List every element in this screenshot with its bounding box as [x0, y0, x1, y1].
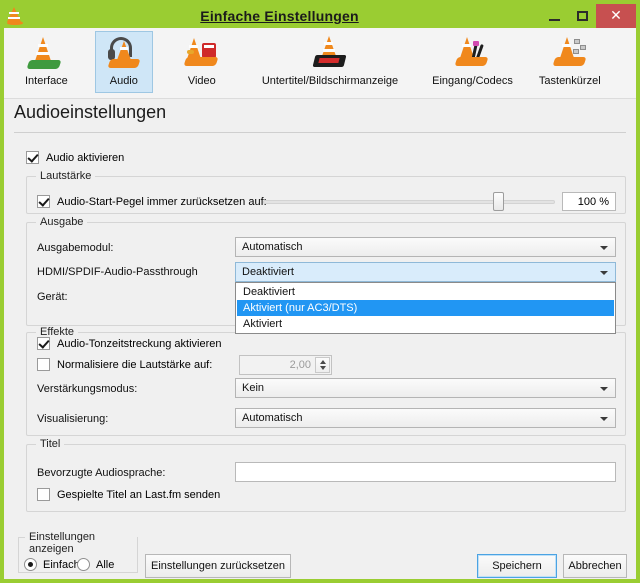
output-module-label: Ausgabemodul: — [37, 242, 114, 254]
enable-audio-label: Audio aktivieren — [46, 151, 125, 164]
normalize-value-stepper[interactable]: 2,00 — [239, 355, 332, 375]
vlc-cone-video-icon — [182, 35, 222, 73]
toolbar-item-label: Video — [187, 75, 216, 87]
toolbar-item-hotkeys[interactable]: Tastenkürzel — [530, 31, 610, 93]
output-module-combo[interactable]: Automatisch — [235, 237, 616, 257]
dropdown-option[interactable]: Deaktiviert — [237, 284, 614, 300]
lastfm-label: Gespielte Titel an Last.fm senden — [57, 488, 221, 501]
checkbox-box — [37, 195, 50, 208]
radio-box — [24, 558, 37, 571]
chevron-down-icon — [600, 271, 608, 275]
preferred-language-label: Bevorzugte Audiosprache: — [37, 467, 166, 479]
vlc-cone-icon — [7, 6, 25, 26]
chevron-down-icon — [600, 387, 608, 391]
lastfm-checkbox[interactable]: Gespielte Titel an Last.fm senden — [37, 488, 220, 501]
toolbar-item-interface[interactable]: Interface — [16, 31, 77, 93]
vlc-cone-subtitles-icon — [310, 35, 350, 73]
dropdown-option[interactable]: Aktiviert — [237, 316, 614, 332]
minimize-button[interactable] — [540, 4, 568, 28]
vlc-cone-keyboard-icon — [550, 35, 590, 73]
vlc-cone-headphones-icon — [104, 35, 144, 73]
toolbar-item-audio[interactable]: Audio — [94, 31, 153, 93]
gain-mode-value: Kein — [242, 382, 265, 394]
chevron-down-icon — [600, 246, 608, 250]
passthrough-combo[interactable]: Deaktiviert — [235, 262, 616, 282]
radio-simple-label: Einfach — [43, 558, 80, 571]
toolbar-item-video[interactable]: Video — [173, 31, 231, 93]
save-button[interactable]: Speichern — [477, 554, 557, 578]
enable-audio-checkbox[interactable]: Audio aktivieren — [26, 151, 124, 164]
radio-simple[interactable]: Einfach — [24, 558, 80, 571]
preferences-window: Einfache Einstellungen ✕ Interface Audio… — [0, 0, 640, 583]
visualization-label: Visualisierung: — [37, 413, 109, 425]
cancel-button[interactable]: Abbrechen — [563, 554, 627, 578]
output-group-title: Ausgabe — [36, 216, 88, 228]
checkbox-box — [37, 358, 50, 371]
volume-value-text: 100 % — [577, 195, 609, 208]
output-module-value: Automatisch — [242, 241, 303, 253]
title-bar: Einfache Einstellungen ✕ — [4, 4, 636, 28]
page-title: Audioeinstellungen — [14, 102, 167, 122]
save-label: Speichern — [492, 560, 542, 572]
maximize-button[interactable] — [568, 4, 596, 28]
tracks-group-title: Titel — [36, 438, 65, 450]
radio-all-label: Alle — [96, 558, 115, 571]
stepper-arrows-icon[interactable] — [315, 357, 330, 373]
window-title: Einfache Einstellungen — [200, 8, 359, 24]
close-icon: ✕ — [610, 8, 622, 24]
vlc-cone-cables-icon — [453, 35, 493, 73]
reset-volume-checkbox[interactable]: Audio-Start-Pegel immer zurücksetzen auf… — [37, 195, 267, 208]
preferred-language-input[interactable] — [235, 462, 616, 482]
dropdown-option-selected[interactable]: Aktiviert (nur AC3/DTS) — [237, 300, 614, 316]
volume-value-display: 100 % — [562, 192, 616, 211]
visualization-combo[interactable]: Automatisch — [235, 408, 616, 428]
toolbar-item-label: Untertitel/Bildschirmanzeige — [261, 75, 399, 87]
preferences-toolbar: Interface Audio Video Untertitel/Bildsch… — [4, 28, 636, 99]
volume-slider-handle[interactable] — [493, 192, 504, 211]
volume-slider-track[interactable] — [263, 200, 555, 204]
toolbar-item-label: Eingang/Codecs — [432, 75, 513, 87]
passthrough-dropdown-list[interactable]: Deaktiviert Aktiviert (nur AC3/DTS) Akti… — [235, 282, 616, 334]
time-stretch-checkbox[interactable]: Audio-Tonzeitstreckung aktivieren — [37, 337, 221, 350]
time-stretch-label: Audio-Tonzeitstreckung aktivieren — [57, 337, 222, 350]
checkbox-box — [26, 151, 39, 164]
reset-settings-button[interactable]: Einstellungen zurücksetzen — [145, 554, 291, 578]
heading-divider — [14, 132, 626, 133]
volume-group-title: Lautstärke — [36, 170, 96, 182]
radio-box — [77, 558, 90, 571]
reset-settings-label: Einstellungen zurücksetzen — [151, 560, 285, 572]
normalize-value: 2,00 — [289, 359, 311, 371]
device-label: Gerät: — [37, 291, 68, 303]
normalize-volume-label: Normalisiere die Lautstärke auf: — [57, 358, 213, 371]
normalize-volume-checkbox[interactable]: Normalisiere die Lautstärke auf: — [37, 358, 212, 371]
show-settings-group-title: Einstellungen anzeigen — [25, 531, 137, 555]
checkbox-box — [37, 488, 50, 501]
toolbar-item-label: Tastenkürzel — [538, 75, 601, 87]
toolbar-item-label: Interface — [25, 75, 68, 87]
passthrough-label: HDMI/SPDIF-Audio-Passthrough — [37, 266, 198, 278]
checkbox-box — [37, 337, 50, 350]
close-button[interactable]: ✕ — [596, 4, 636, 28]
gain-mode-combo[interactable]: Kein — [235, 378, 616, 398]
vlc-cone-interface-icon — [26, 35, 66, 73]
gain-mode-label: Verstärkungsmodus: — [37, 383, 138, 395]
toolbar-item-subtitles[interactable]: Untertitel/Bildschirmanzeige — [253, 31, 407, 93]
toolbar-item-label: Audio — [109, 75, 138, 87]
passthrough-value: Deaktiviert — [242, 266, 294, 278]
visualization-value: Automatisch — [242, 412, 303, 424]
reset-volume-label: Audio-Start-Pegel immer zurücksetzen auf… — [57, 195, 267, 208]
cancel-label: Abbrechen — [568, 560, 622, 572]
chevron-down-icon — [600, 417, 608, 421]
toolbar-item-input-codecs[interactable]: Eingang/Codecs — [423, 31, 522, 93]
radio-all[interactable]: Alle — [77, 558, 114, 571]
